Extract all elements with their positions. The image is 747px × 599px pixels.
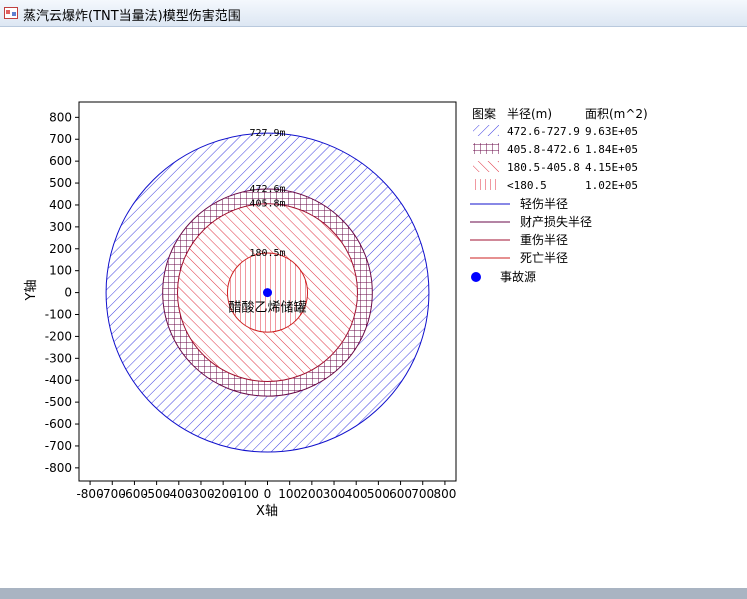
legend-line-label-4: 死亡半径 (520, 251, 568, 265)
y-tick-label: 0 (64, 286, 72, 300)
y-tick-label: -500 (45, 395, 72, 409)
legend-swatch-diag-blue (473, 125, 499, 136)
x-tick-label: 500 (367, 487, 390, 501)
legend-range-label: 405.8-472.6 (507, 143, 580, 156)
legend-header-radius: 半径(m) (507, 107, 552, 121)
x-tick-label: 200 (300, 487, 323, 501)
y-tick-label: 300 (49, 220, 72, 234)
x-tick-label: 700 (411, 487, 434, 501)
legend-range-label: 472.6-727.9 (507, 125, 580, 138)
y-tick-label: 400 (49, 198, 72, 212)
x-tick-label: 0 (264, 487, 272, 501)
legend-line-label-2: 财产损失半径 (520, 214, 592, 229)
y-tick-label: -400 (45, 373, 72, 387)
legend-range-label: 180.5-405.8 (507, 161, 580, 174)
legend-line-label-3: 重伤半径 (520, 233, 568, 247)
legend-header-area: 面积(m^2) (585, 107, 648, 121)
y-tick-label: 200 (49, 242, 72, 256)
accident-source-marker (263, 288, 272, 298)
circle-radius-label-2: 472.6m (249, 184, 285, 195)
legend-range-label: <180.5 (507, 179, 547, 192)
y-tick-label: -700 (45, 439, 72, 453)
y-tick-label: -100 (45, 308, 72, 322)
y-tick-label: -600 (45, 417, 72, 431)
app-icon (4, 7, 18, 19)
circle-radius-label-3: 405.8m (249, 199, 285, 210)
circle-radius-label-1: 727.9m (249, 128, 285, 139)
x-tick-label: 800 (433, 487, 456, 501)
y-axis-label: Y轴 (24, 280, 39, 302)
window-title: 蒸汽云爆炸(TNT当量法)模型伤害范围 (23, 9, 241, 24)
circle-radius-label-4: 180.5m (249, 248, 285, 259)
legend-area-value: 4.15E+05 (585, 161, 638, 174)
status-strip (0, 588, 747, 599)
y-tick-label: 100 (49, 264, 72, 278)
x-tick-label: 300 (323, 487, 346, 501)
y-tick-label: 500 (49, 176, 72, 190)
x-tick-label: 400 (345, 487, 368, 501)
y-tick-label: -200 (45, 329, 72, 343)
y-tick-label: -300 (45, 351, 72, 365)
y-tick-label: 600 (49, 154, 72, 168)
legend-line-label-1: 轻伤半径 (520, 197, 568, 211)
legend-area-value: 9.63E+05 (585, 125, 638, 138)
y-tick-label: 700 (49, 132, 72, 146)
legend-source-label: 事故源 (500, 269, 536, 284)
legend-swatch-vert-red (473, 179, 499, 190)
y-tick-label: -800 (45, 461, 72, 475)
legend-area-value: 1.02E+05 (585, 179, 638, 192)
legend-swatch-grid-purple (473, 143, 499, 154)
title-bar: 蒸汽云爆炸(TNT当量法)模型伤害范围 (0, 0, 747, 27)
x-axis-label: X轴 (256, 504, 278, 519)
legend-area-value: 1.84E+05 (585, 143, 638, 156)
legend-swatch-diag-red (473, 161, 499, 172)
y-tick-label: 800 (49, 110, 72, 124)
x-tick-label: 100 (278, 487, 301, 501)
accident-source-label: 醋酸乙烯储罐 (228, 300, 306, 316)
damage-range-chart: 727.9m 472.6m 405.8m 180.5m 醋酸乙烯储罐 -800 -700… (24, 101, 648, 519)
x-tick-label: -100 (232, 487, 259, 501)
legend-source-marker (471, 272, 481, 282)
legend-header-pattern: 图案 (472, 106, 496, 121)
x-tick-label: 600 (389, 487, 412, 501)
